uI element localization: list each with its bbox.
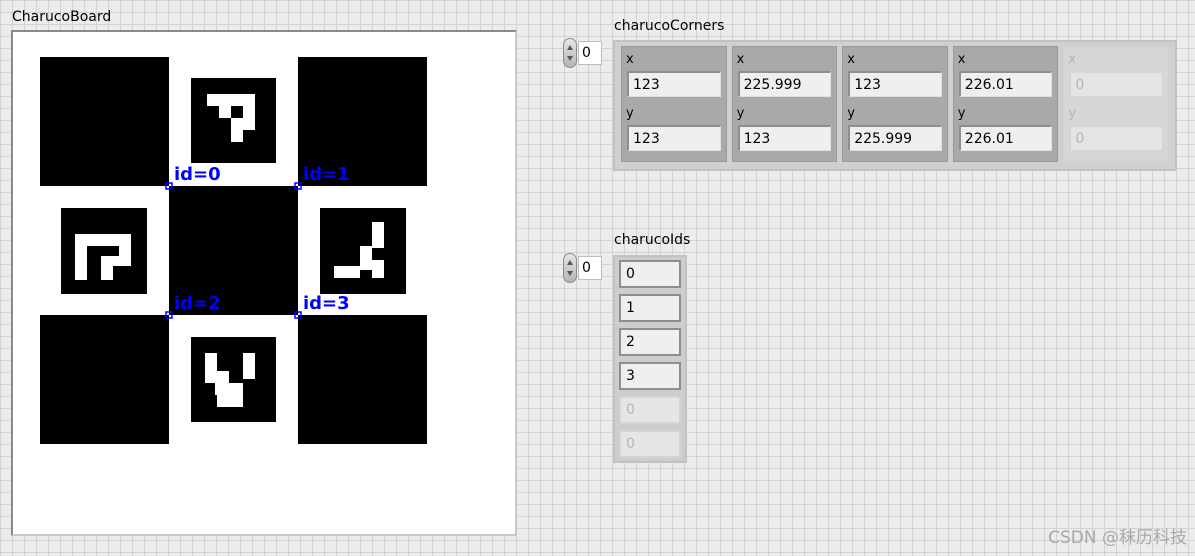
corner-y-field[interactable]: 226.01 xyxy=(958,125,1053,151)
field-label-x: x xyxy=(847,52,855,67)
corner-y-field[interactable]: 123 xyxy=(737,125,832,151)
charuco-corners-array: x 123 y 123 x 225.999 y 123 x 123 y 225.… xyxy=(613,40,1177,171)
watermark: CSDN @秣历科技 xyxy=(1048,528,1187,548)
index-spinner-icon[interactable] xyxy=(563,38,577,68)
field-label-y: y xyxy=(847,106,855,121)
corner-cluster: x 123 y 225.999 xyxy=(842,46,948,162)
corner-y-field[interactable]: 0 xyxy=(1069,125,1163,151)
charuco-ids-index-value[interactable]: 0 xyxy=(578,256,602,280)
charuco-ids-index[interactable]: 0 xyxy=(563,253,602,283)
board-square xyxy=(298,315,427,444)
index-spinner-icon[interactable] xyxy=(563,253,577,283)
field-label-y: y xyxy=(1068,106,1077,121)
aruco-marker-top xyxy=(191,78,276,163)
corner-label-1: id=1 xyxy=(303,164,350,185)
field-label-y: y xyxy=(957,106,966,121)
id-value-field[interactable]: 1 xyxy=(619,294,681,322)
field-label-y: y xyxy=(736,106,745,121)
charuco-ids-label: charucoIds xyxy=(614,232,691,248)
corner-cluster: x 225.999 y 123 xyxy=(731,46,838,162)
field-label-x: x xyxy=(736,52,745,67)
aruco-marker-left xyxy=(61,208,147,294)
charuco-board-image[interactable]: id=0 id=1 id=2 id=3 xyxy=(11,30,517,536)
corner-label-2: id=2 xyxy=(174,293,221,314)
field-label-x: x xyxy=(957,52,966,67)
field-label-y: y xyxy=(626,106,634,121)
id-value-field-empty[interactable]: 0 xyxy=(619,396,681,424)
corner-label-3: id=3 xyxy=(303,293,350,314)
corner-label-0: id=0 xyxy=(174,164,221,185)
field-label-x: x xyxy=(1068,52,1077,67)
charuco-corners-index-value[interactable]: 0 xyxy=(578,41,602,65)
corner-y-field[interactable]: 123 xyxy=(627,125,721,151)
charuco-ids-array: 0 1 2 3 0 0 xyxy=(613,255,687,463)
corner-x-field[interactable]: 226.01 xyxy=(958,71,1053,97)
corner-cluster-empty: x 0 y 0 xyxy=(1063,46,1169,162)
field-label-x: x xyxy=(626,52,634,67)
corner-x-field[interactable]: 225.999 xyxy=(737,71,832,97)
charuco-corners-label: charucoCorners xyxy=(614,18,725,34)
corner-y-field[interactable]: 225.999 xyxy=(848,125,942,151)
aruco-marker-right xyxy=(320,208,406,294)
aruco-marker-bottom xyxy=(191,337,276,422)
corner-cluster: x 226.01 y 226.01 xyxy=(952,46,1059,162)
corner-x-field[interactable]: 0 xyxy=(1069,71,1163,97)
id-value-field[interactable]: 3 xyxy=(619,362,681,390)
corner-x-field[interactable]: 123 xyxy=(627,71,721,97)
id-value-field[interactable]: 0 xyxy=(619,260,681,288)
board-square xyxy=(40,57,169,186)
charuco-corners-index[interactable]: 0 xyxy=(563,38,602,68)
image-display-label: CharucoBoard xyxy=(12,9,112,25)
id-value-field[interactable]: 2 xyxy=(619,328,681,356)
charuco-board-canvas: id=0 id=1 id=2 id=3 xyxy=(40,57,427,444)
corner-x-field[interactable]: 123 xyxy=(848,71,942,97)
corner-cluster: x 123 y 123 xyxy=(621,46,727,162)
id-value-field-empty[interactable]: 0 xyxy=(619,430,681,458)
board-square xyxy=(40,315,169,444)
